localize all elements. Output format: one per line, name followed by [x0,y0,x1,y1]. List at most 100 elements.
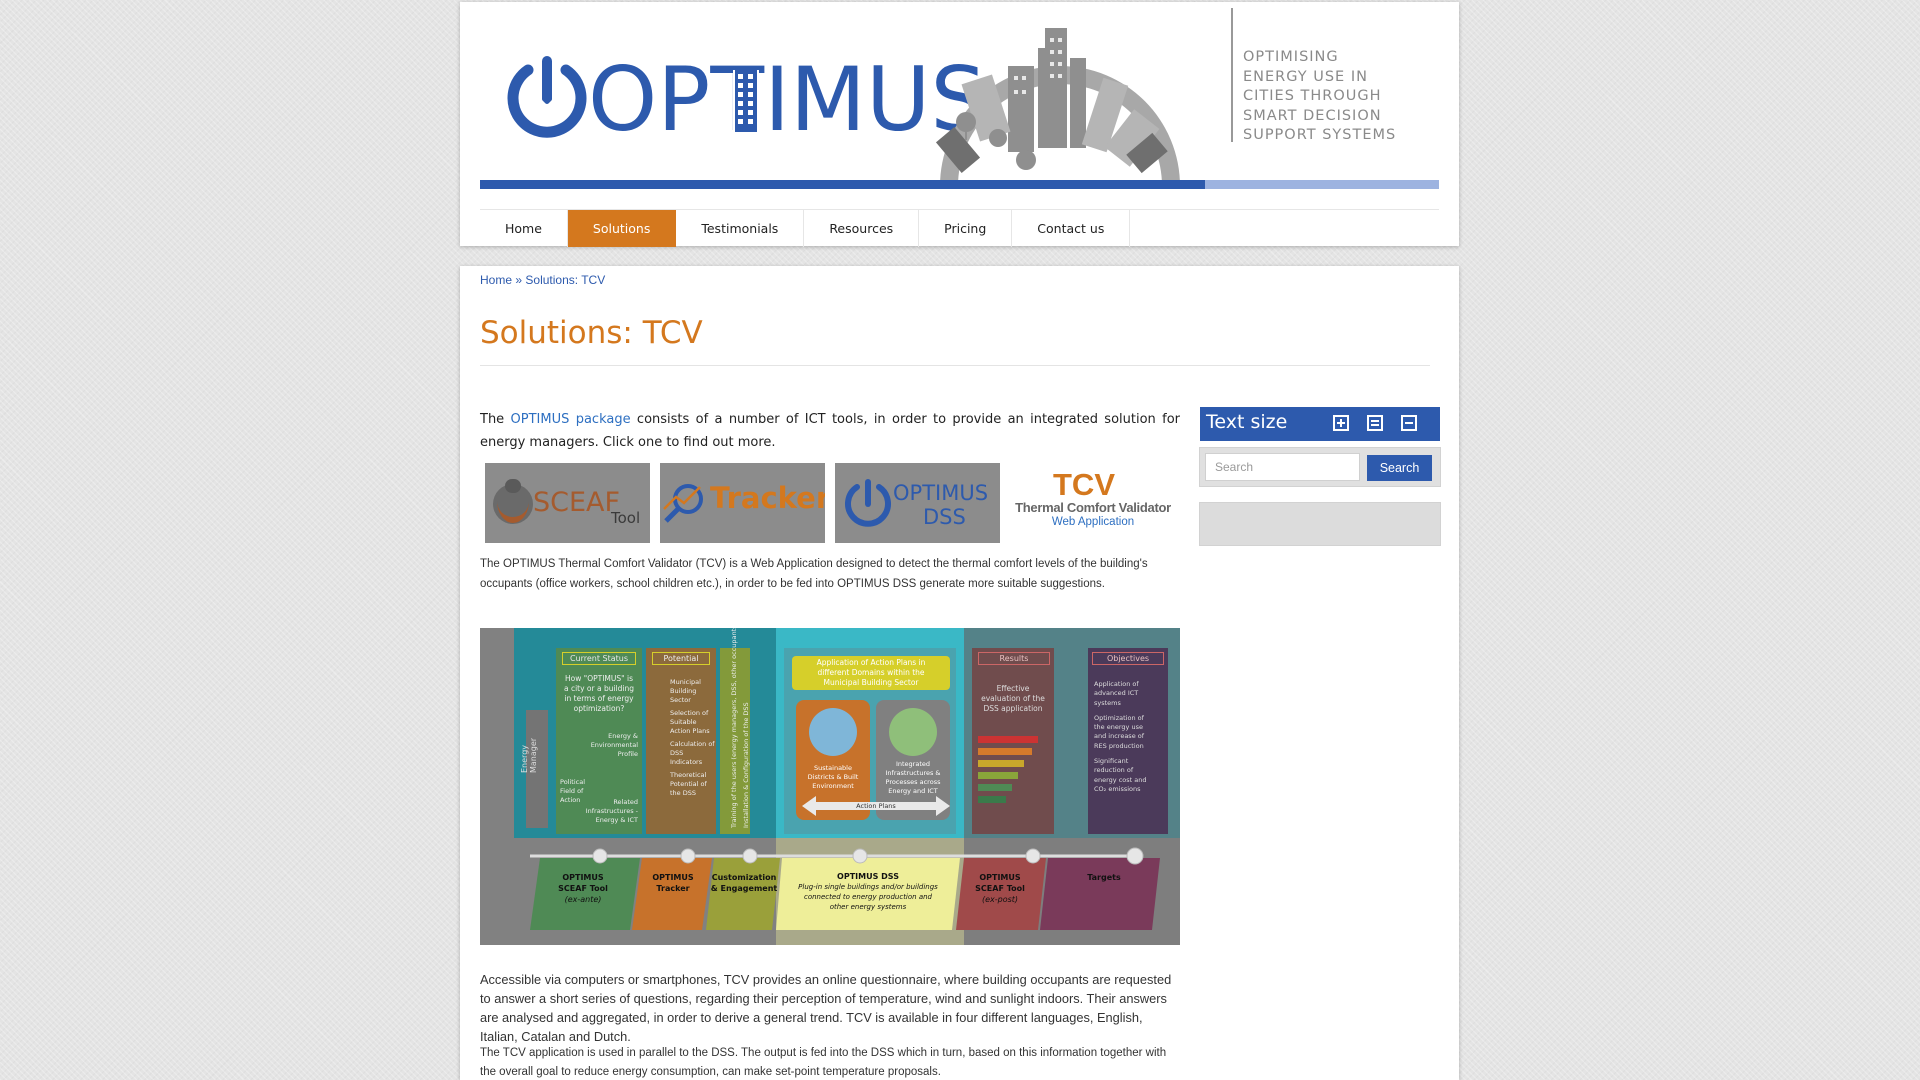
dss-tile[interactable]: OPTIMUS DSS [835,463,1000,543]
sceaf-label: SCEAF [533,487,621,518]
diagram-text-line: Environmental [590,741,638,749]
results-text: Effective evaluation of the DSS applicat… [974,684,1052,714]
diagram-text-line: the energy use [1094,723,1143,732]
sceaf-tool-tile[interactable]: SCEAF Tool [485,463,650,543]
main-nav: Home Solutions Testimonials Resources Pr… [480,209,1439,247]
tcv-abbr: TCV [1053,467,1115,502]
reset-text-size-icon[interactable] [1367,415,1383,431]
diagram-text-line: RES production [1094,741,1144,750]
col-results: Results [978,652,1050,665]
header-bar-dark [480,180,1205,189]
decrease-text-size-icon[interactable] [1401,415,1417,431]
optimus-package-link[interactable]: OPTIMUS package [511,412,631,427]
tagline-line: SMART DECISION [1243,107,1382,124]
diagram-text-line: Infrastructures & [885,769,941,777]
col-objectives: Objectives [1092,652,1164,665]
breadcrumb-home-link[interactable]: Home [480,273,512,287]
potential-text: Municipal Building Sector Selection of S… [670,678,716,798]
nav-testimonials[interactable]: Testimonials [676,210,805,247]
text-size-widget: Text size [1200,407,1440,441]
objectives-text: Application of advanced ICT systems Opti… [1094,680,1166,794]
diagram-text-line: Related [613,798,638,806]
diagram-text-line: Municipal Building Sector [823,678,919,687]
diagram-text-line: Energy & ICT [595,816,638,824]
diagram-text-line: Sustainable [813,764,852,772]
search-input[interactable] [1205,453,1360,481]
optimus-process-diagram: Energy Manager Current Status How "OPTIM… [480,628,1180,945]
nav-solutions[interactable]: Solutions [567,210,677,247]
diagram-text-line: different Domains within the [817,668,925,677]
diagram-text-line: Profile [617,750,638,758]
city-skyline-illustration [935,28,1180,186]
bottom-customization: Customization & Engagement [704,872,784,894]
vertical-installation-label: Installation & Configuration of the DSS [742,702,750,828]
diagram-text-line: DSS [670,749,684,757]
diagram-text-line: Customization [711,873,777,882]
tracker-label: Tracker [710,481,825,515]
intro-text-start: The [480,412,511,427]
diagram-text-line: systems [1094,698,1121,707]
breadcrumb: Home » Solutions: TCV [480,273,605,287]
diagram-text-line: DSS application [983,704,1043,713]
nav-contact[interactable]: Contact us [1012,210,1131,247]
diagram-text-line: advanced ICT [1094,689,1139,698]
diagram-text-line: (ex-post) [981,895,1019,904]
header-bar-light [1205,180,1439,189]
diagram-text-line: Environment [812,782,854,790]
diagram-text-line: Infrastructures - [585,807,638,815]
tagline-line: CITIES THROUGH [1243,88,1382,104]
tagline-line: SUPPORT SYSTEMS [1243,127,1397,143]
diagram-text-line: Application of [1094,680,1139,688]
intro-paragraph: The OPTIMUS package consists of a number… [480,408,1180,454]
diagram-text-line: Integrated [895,760,931,768]
nav-resources[interactable]: Resources [804,210,920,247]
search-widget: Search [1199,447,1441,487]
increase-text-size-icon[interactable] [1333,415,1349,431]
optimus-logo[interactable]: OPTIMUS [506,50,986,150]
diagram-text-line: Energy & [608,732,638,740]
diagram-text-line: and increase of [1094,732,1145,741]
bottom-sceaf-ex-ante: OPTIMUS SCEAF Tool (ex-ante) [538,872,628,905]
diagram-text-line: optimization? [573,704,625,713]
tagline-line: ENERGY USE IN [1243,68,1368,85]
diagram-text-line: OPTIMUS DSS [837,872,899,881]
diagram-text-line: Potential of [670,780,707,788]
diagram-text-line: other energy systems [829,903,907,911]
col-current-status: Current Status [562,652,636,665]
diagram-text-line: How "OPTIMUS" is [565,674,633,683]
diagram-text-line: evaluation of the [981,694,1045,703]
diagram-text-line: Field of [560,787,584,795]
header-tagline: OPTIMISING ENERGY USE IN CITIES THROUGH … [1243,48,1433,146]
diagram-text-line: Plug-in single buildings and/or building… [798,883,938,891]
sceaf-sub-label: Tool [611,509,641,527]
tcv-dss-paragraph: The TCV application is used in parallel … [480,1047,1167,1078]
page-title: Solutions: TCV [480,315,703,351]
diagram-text-line: (ex-ante) [564,895,602,904]
tcv-full-name: Thermal Comfort Validator [1015,500,1171,515]
diagram-text-line: Suitable [670,718,697,726]
application-title: Application of Action Plans in different… [792,658,950,688]
diagram-text-line: SCEAF Tool [558,884,608,893]
tcv-access-paragraph: Accessible via computers or smartphones,… [480,972,1172,1044]
nav-pricing[interactable]: Pricing [919,210,1013,247]
diagram-text-line: SCEAF Tool [975,884,1025,893]
dss-label-line2: DSS [923,505,966,529]
diagram-text-line: OPTIMUS [652,873,694,882]
text-size-label: Text size [1206,411,1288,433]
action-plans-label: Action Plans [856,802,896,810]
diagram-text-line: Targets [1087,873,1121,882]
bottom-tracker: OPTIMUS Tracker [638,872,708,894]
tracker-tile[interactable]: Tracker [660,463,825,543]
search-button[interactable]: Search [1367,455,1432,481]
nav-home[interactable]: Home [480,210,568,247]
diagram-text-line: the DSS [670,789,696,797]
diagram-side-label: Energy Manager [520,737,538,773]
diagram-text-line: Calculation of [670,740,715,748]
tcv-tile[interactable]: TCV Thermal Comfort Validator Web Applic… [1010,463,1175,543]
site-header: OPTIMUS OPTIMISING ENERGY USE IN CITIES … [460,2,1459,247]
diagram-text-line: connected to energy production and [803,893,932,901]
tagline-line: OPTIMISING [1243,49,1339,65]
diagram-text-line: Tracker [656,884,690,893]
diagram-text-line: CO₂ emissions [1094,784,1141,793]
diagram-text-line: Significant [1094,757,1129,766]
